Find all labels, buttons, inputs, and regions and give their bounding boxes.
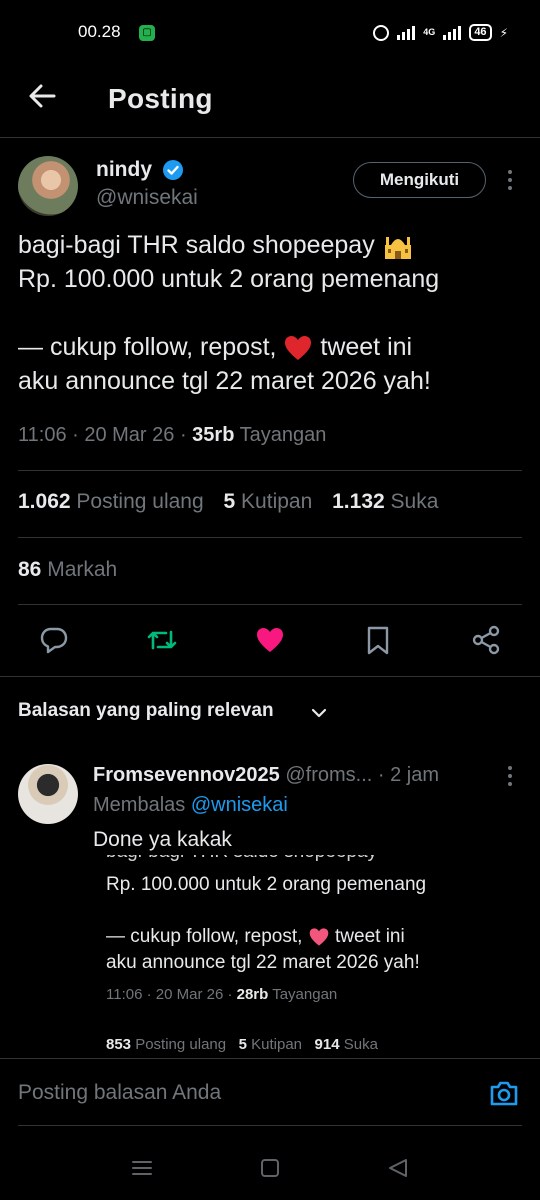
reply-input[interactable] xyxy=(18,1073,458,1113)
views-count: 35rb xyxy=(192,424,235,446)
battery-level: 46 xyxy=(469,24,492,41)
post-text-line: bagi-bagi THR saldo shopeepay xyxy=(18,228,522,262)
pink-heart-emoji-icon xyxy=(309,928,329,946)
camera-icon[interactable] xyxy=(488,1079,520,1107)
status-icons: 4G 46 ⚡ xyxy=(373,24,508,41)
back-triangle-icon[interactable] xyxy=(386,1156,410,1180)
network-type: 4G xyxy=(423,27,436,37)
author-handle[interactable]: @wnisekai xyxy=(96,186,198,210)
charging-icon: ⚡ xyxy=(499,25,508,40)
share-icon[interactable] xyxy=(470,624,502,656)
reply-sort-selector[interactable]: Balasan yang paling relevan xyxy=(18,700,274,722)
divider xyxy=(18,604,522,605)
post-stats: 1.062 Posting ulang 5 Kutipan 1.132 Suka xyxy=(18,490,452,514)
views-label: Tayangan xyxy=(239,424,327,446)
reply-author-avatar[interactable] xyxy=(18,764,78,824)
divider xyxy=(18,470,522,471)
alarm-icon xyxy=(373,24,390,41)
reply-author-name[interactable]: Fromsevennov2025 xyxy=(93,764,280,786)
reply-composer xyxy=(0,1058,540,1126)
verified-badge-icon xyxy=(163,160,183,180)
reply-author-handle[interactable]: @froms... xyxy=(285,764,372,786)
post-actions xyxy=(0,620,540,660)
heart-icon[interactable] xyxy=(254,624,286,656)
reply-icon[interactable] xyxy=(38,624,70,656)
author-avatar[interactable] xyxy=(18,156,78,216)
image-meta: 11:06 · 20 Mar 26 · 28rb Tayangan xyxy=(106,986,338,1003)
mosque-emoji-icon xyxy=(384,237,411,260)
divider xyxy=(18,537,522,538)
reply-attached-image[interactable]: bagi-bagi THR saldo shopeepay Rp. 100.00… xyxy=(90,855,510,1060)
image-stats: 853 Posting ulang 5 Kutipan 914 Suka xyxy=(106,1036,378,1053)
top-app-bar: Posting xyxy=(0,66,540,138)
system-navigation-bar xyxy=(0,1130,540,1200)
image-text-line: Rp. 100.000 untuk 2 orang pemenang xyxy=(106,874,427,895)
divider xyxy=(18,1125,522,1126)
reposts-stat[interactable]: 1.062 Posting ulang xyxy=(18,490,204,513)
notification-app-icon: ▢ xyxy=(139,25,155,41)
image-text-line: — cukup follow, repost, tweet ini xyxy=(106,926,405,947)
replying-to-mention[interactable]: @wnisekai xyxy=(191,794,288,816)
chevron-down-icon[interactable] xyxy=(310,704,328,722)
more-options-icon[interactable] xyxy=(504,170,516,192)
page-title: Posting xyxy=(108,83,213,114)
status-time: 00.28 xyxy=(78,22,121,41)
post-text-line: — cukup follow, repost, tweet ini xyxy=(18,333,413,361)
bookmarks-stat[interactable]: 86 Markah xyxy=(18,558,117,582)
red-heart-emoji-icon xyxy=(285,336,312,361)
reply-more-options-icon[interactable] xyxy=(504,766,516,788)
post-text: bagi-bagi THR saldo shopeepay Rp. 100.00… xyxy=(18,228,522,398)
signal-icon xyxy=(397,25,416,40)
repost-icon[interactable] xyxy=(146,624,178,656)
reply-text: Done ya kakak xyxy=(93,828,232,851)
status-bar: 00.28 ▢ 4G 46 ⚡ xyxy=(0,0,540,66)
divider xyxy=(0,676,540,677)
post-text-spacer xyxy=(18,296,522,330)
author-name[interactable]: nindy xyxy=(96,158,152,182)
arrow-left-icon[interactable] xyxy=(26,80,58,112)
reply-time: · 2 jam xyxy=(372,764,439,786)
post-meta: 11:06 · 20 Mar 26 · 35rb Tayangan xyxy=(18,424,326,447)
reply-header: Fromsevennov2025 @froms... · 2 jam xyxy=(93,764,503,787)
post-text-line: Rp. 100.000 untuk 2 orang pemenang xyxy=(18,265,440,293)
following-button[interactable]: Mengikuti xyxy=(353,162,486,198)
replying-to: Membalas @wnisekai xyxy=(93,794,288,816)
quotes-stat[interactable]: 5 Kutipan xyxy=(224,490,313,513)
image-text-line: aku announce tgl 22 maret 2026 yah! xyxy=(106,952,420,973)
post-text-line: aku announce tgl 22 maret 2026 yah! xyxy=(18,367,431,395)
image-cropped-line: bagi-bagi THR saldo shopeepay xyxy=(106,855,377,863)
post-timestamp[interactable]: 11:06 · 20 Mar 26 · xyxy=(18,424,192,446)
signal-icon-2 xyxy=(443,25,462,40)
likes-stat[interactable]: 1.132 Suka xyxy=(332,490,438,513)
home-button-icon[interactable] xyxy=(258,1156,282,1180)
bookmark-icon[interactable] xyxy=(362,624,394,656)
post-author: nindy @wnisekai Mengikuti xyxy=(18,156,524,216)
recents-menu-icon[interactable] xyxy=(130,1156,154,1180)
